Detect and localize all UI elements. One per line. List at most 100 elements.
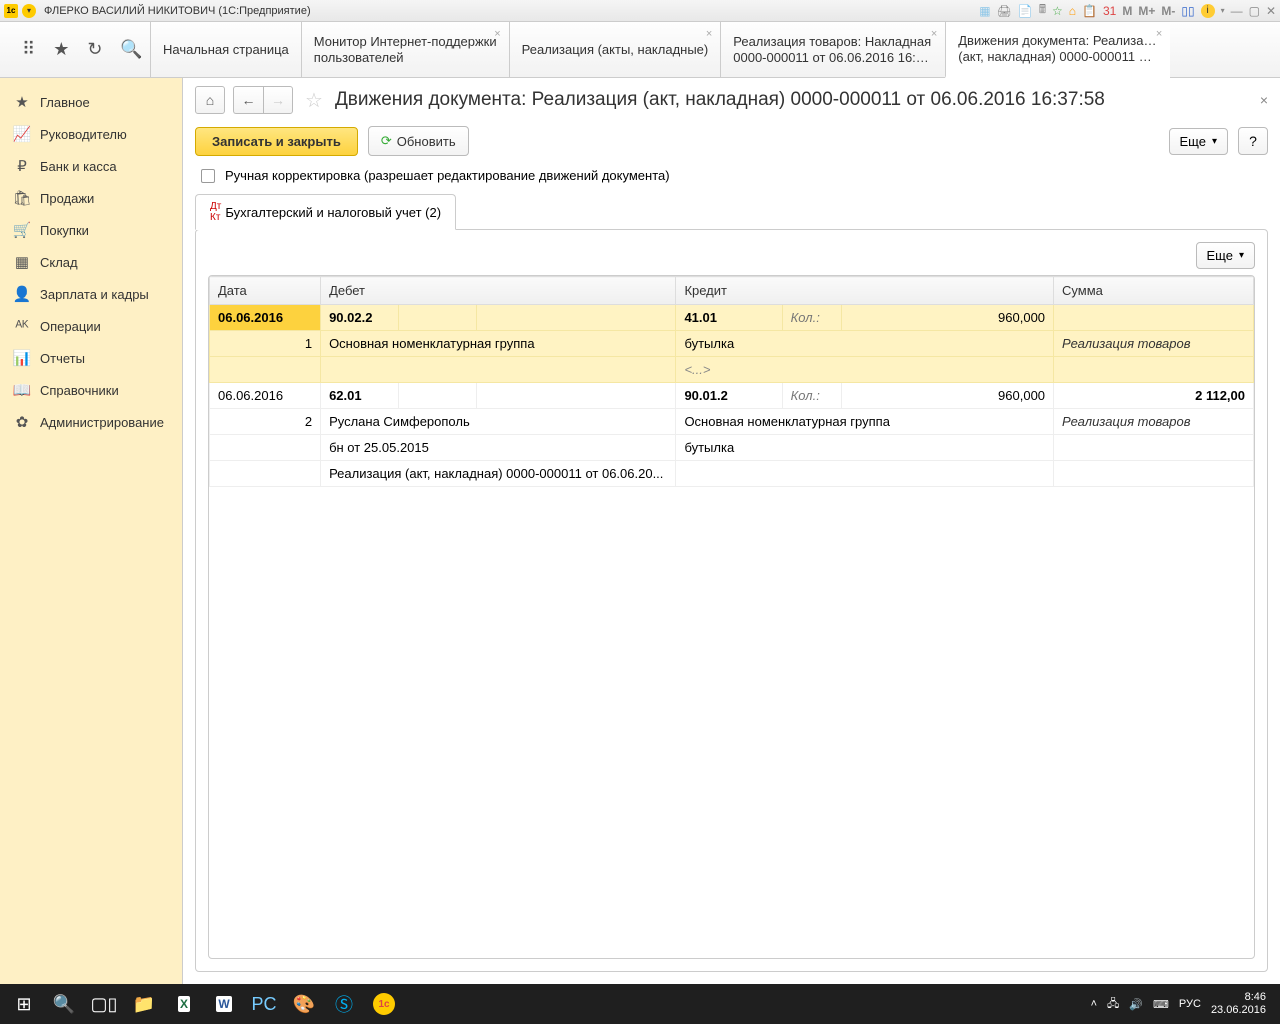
taskview-button[interactable]: ▢▯ — [84, 986, 124, 1022]
close-icon[interactable]: × — [706, 28, 712, 40]
tab-support-monitor[interactable]: × Монитор Интернет-поддержки пользовател… — [301, 22, 509, 77]
language-indicator[interactable]: РУС — [1179, 998, 1201, 1010]
ruble-icon: ₽ — [14, 158, 30, 174]
home-button[interactable]: ⌂ — [195, 86, 225, 114]
write-and-close-button[interactable]: Записать и закрыть — [195, 127, 358, 156]
close-icon[interactable]: × — [931, 28, 937, 40]
sidebar-item-purchases[interactable]: 🛒 Покупки — [0, 214, 182, 246]
panel-icon[interactable]: ▯▯ — [1181, 4, 1194, 18]
tab-document-movements[interactable]: × Движения документа: Реализация (акт, н… — [945, 22, 1170, 78]
sidebar-item-operations[interactable]: ᴬᴷОперации — [0, 310, 182, 342]
paint-icon[interactable]: 🎨 — [284, 986, 324, 1022]
network-icon[interactable]: 🖧 — [1107, 995, 1119, 1014]
table-row[interactable]: <...> — [210, 357, 1254, 383]
manual-edit-checkbox[interactable] — [201, 169, 215, 183]
sidebar-item-label: Склад — [40, 255, 78, 270]
titlebar-icon[interactable]: 📋 — [1082, 4, 1097, 18]
start-button[interactable]: ⊞ — [4, 986, 44, 1022]
th-sum[interactable]: Сумма — [1054, 277, 1254, 305]
th-debet[interactable]: Дебет — [321, 277, 676, 305]
sidebar-item-reports[interactable]: 📊 Отчеты — [0, 342, 182, 374]
table-row[interactable]: 2 Руслана Симферополь Основная номенклат… — [210, 409, 1254, 435]
sidebar-item-admin[interactable]: ✿Администрирование — [0, 406, 182, 438]
excel-icon[interactable]: X — [164, 986, 204, 1022]
apps-grid-icon[interactable]: ⠿ — [22, 39, 35, 60]
memory-mplus-button[interactable]: M+ — [1138, 4, 1155, 18]
search-icon[interactable]: 🔍 — [120, 39, 142, 60]
info-dropdown-icon[interactable]: ▾ — [1221, 6, 1225, 15]
th-credit[interactable]: Кредит — [676, 277, 1054, 305]
forward-button[interactable]: → — [263, 86, 293, 114]
sidebar-item-label: Покупки — [40, 223, 89, 238]
th-date[interactable]: Дата — [210, 277, 321, 305]
titlebar-icon[interactable]: 🖨 — [997, 4, 1012, 18]
bars-icon: 📊 — [14, 350, 30, 366]
titlebar-icon[interactable]: 🖩 — [1039, 0, 1046, 21]
table-row[interactable]: 1 Основная номенклатурная группа бутылка… — [210, 331, 1254, 357]
bag-icon: 🛍 — [14, 190, 30, 206]
titlebar: 1c ▾ ФЛЕРКО ВАСИЛИЙ НИКИТОВИЧ (1С:Предпр… — [0, 0, 1280, 22]
maximize-icon[interactable]: ▢ — [1249, 4, 1260, 18]
book-icon: 📖 — [14, 382, 30, 398]
more-button[interactable]: Еще▾ — [1169, 128, 1228, 155]
explorer-icon[interactable]: 📁 — [124, 986, 164, 1022]
sidebar-item-label: Отчеты — [40, 351, 85, 366]
close-icon[interactable]: × — [494, 28, 500, 40]
close-icon[interactable]: × — [1156, 28, 1162, 40]
pc-app-icon[interactable]: PC — [244, 986, 284, 1022]
table-row[interactable]: 06.06.2016 62.01 90.01.2 Кол.: 960,000 2… — [210, 383, 1254, 409]
sidebar-item-sales[interactable]: 🛍Продажи — [0, 182, 182, 214]
back-button[interactable]: ← — [233, 86, 263, 114]
refresh-button[interactable]: ⟳Обновить — [368, 126, 469, 156]
sidebar-item-main[interactable]: ★Главное — [0, 86, 182, 118]
history-icon[interactable]: ↻ — [87, 39, 102, 60]
cart-icon: 🛒 — [14, 222, 30, 238]
close-page-icon[interactable]: × — [1260, 92, 1268, 108]
sidebar-item-bank[interactable]: ₽Банк и касса — [0, 150, 182, 182]
keyboard-icon[interactable]: ⌨ — [1153, 998, 1169, 1011]
top-tabs: ⠿ ★ ↻ 🔍 Начальная страница × Монитор Инт… — [0, 22, 1280, 78]
sidebar-item-label: Справочники — [40, 383, 119, 398]
tray-chevron-icon[interactable]: ˄ — [1091, 998, 1097, 1010]
skype-icon[interactable]: Ⓢ — [324, 986, 364, 1022]
sidebar: ★Главное 📈 Руководителю ₽Банк и касса 🛍Пр… — [0, 78, 183, 984]
table-row[interactable]: бн от 25.05.2015 бутылка — [210, 435, 1254, 461]
grid-icon: ▦ — [14, 254, 30, 270]
tab-home[interactable]: Начальная страница — [150, 22, 301, 77]
chart-icon: 📈 — [14, 126, 30, 142]
memory-m-button[interactable]: M — [1122, 4, 1132, 18]
table-more-button[interactable]: Еще▾ — [1196, 242, 1255, 269]
titlebar-icon[interactable]: 📄 — [1018, 4, 1033, 18]
star-icon: ★ — [14, 94, 30, 110]
search-button[interactable]: 🔍 — [44, 986, 84, 1022]
favorites-icon[interactable]: ★ — [53, 39, 69, 60]
volume-icon[interactable]: 🔊 — [1129, 998, 1143, 1011]
sidebar-item-label: Администрирование — [40, 415, 164, 430]
chevron-down-icon: ▾ — [1239, 250, 1244, 261]
memory-mminus-button[interactable]: M- — [1161, 4, 1175, 18]
1c-icon[interactable]: 1c — [364, 986, 404, 1022]
sidebar-item-warehouse[interactable]: ▦ Склад — [0, 246, 182, 278]
help-button[interactable]: ? — [1238, 127, 1268, 155]
app-menu-icon[interactable]: ▾ — [22, 4, 36, 18]
tab-sales-docs[interactable]: × Реализация (акты, накладные) — [509, 22, 721, 77]
tab-accounting[interactable]: ДтКт Бухгалтерский и налоговый учет (2) — [195, 194, 456, 230]
tab-sale-invoice[interactable]: × Реализация товаров: Накладная 0000-000… — [720, 22, 945, 77]
minimize-icon[interactable]: — — [1231, 4, 1243, 18]
word-icon[interactable]: W — [204, 986, 244, 1022]
favorite-toggle-icon[interactable]: ☆ — [301, 88, 327, 113]
titlebar-icon[interactable]: ▦ — [979, 4, 990, 18]
table-row[interactable]: 06.06.2016 90.02.2 41.01 Кол.: 960,000 — [210, 305, 1254, 331]
table-row[interactable]: Реализация (акт, накладная) 0000-000011 … — [210, 461, 1254, 487]
sidebar-item-label: Руководителю — [40, 127, 127, 142]
clock[interactable]: 8:46 23.06.2016 — [1211, 991, 1266, 1017]
info-icon[interactable]: i — [1201, 4, 1215, 18]
sidebar-item-catalogs[interactable]: 📖 Справочники — [0, 374, 182, 406]
calendar-icon[interactable]: 31 — [1103, 4, 1116, 18]
sidebar-item-manager[interactable]: 📈 Руководителю — [0, 118, 182, 150]
titlebar-icon[interactable]: ⌂ — [1069, 4, 1076, 18]
sidebar-item-hr[interactable]: 👤Зарплата и кадры — [0, 278, 182, 310]
close-icon[interactable]: ✕ — [1266, 4, 1276, 18]
app-logo-icon: 1c — [4, 4, 18, 18]
star-icon[interactable]: ☆ — [1052, 4, 1063, 18]
